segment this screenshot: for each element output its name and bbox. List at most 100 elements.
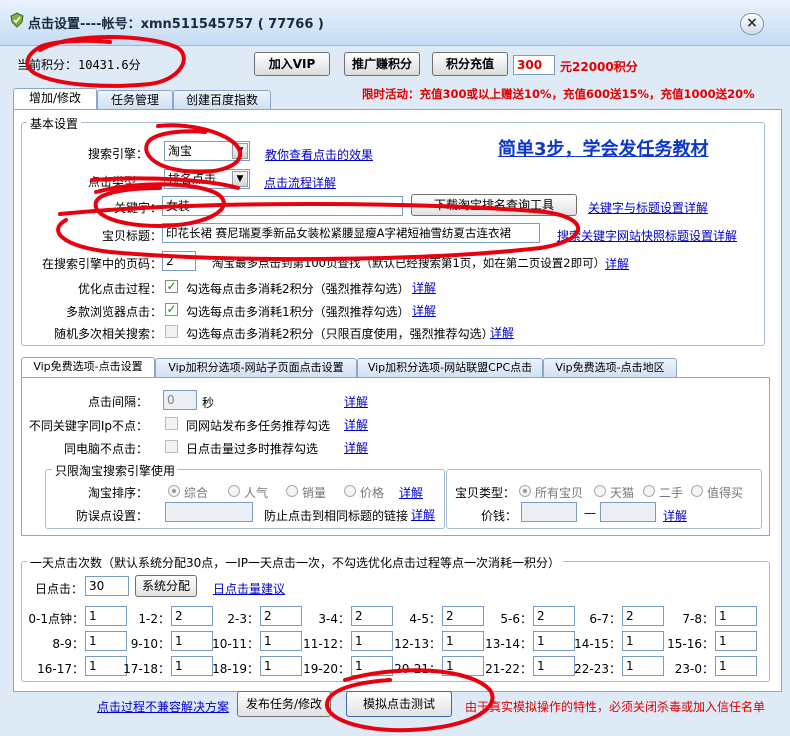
type-radio-secondhand[interactable] (643, 485, 655, 497)
hour-label: 3-4： (318, 612, 350, 626)
hour-label: 14-15： (574, 637, 621, 651)
misclick-label: 防误点设置： (75, 509, 148, 523)
sort-option-popularity: 人气 (244, 486, 269, 500)
item-type-label: 宝贝类型： (455, 486, 516, 500)
daily-clicks-label: 日点击： (35, 582, 84, 596)
basic-settings-legend: 基本设置 (27, 115, 82, 132)
same-pc-link[interactable]: 详解 (344, 439, 368, 456)
tab-vip-click-settings[interactable]: Vip免费选项-点击设置 (21, 357, 155, 379)
points-label: 当前积分： (17, 58, 78, 72)
hour-input[interactable]: 1 (715, 656, 757, 676)
page-number-detail-link[interactable]: 详解 (605, 255, 629, 272)
random-search-checkbox[interactable] (165, 325, 178, 338)
item-title-label: 宝贝标题： (101, 229, 162, 243)
keyword-label: 关键字： (113, 201, 162, 215)
view-click-effect-link[interactable]: 教你查看点击的效果 (265, 146, 373, 163)
snapshot-title-link[interactable]: 搜索关键字网站快照标题设置详解 (557, 227, 737, 244)
sort-radio-sales[interactable] (286, 485, 298, 497)
type-option-secondhand: 二手 (659, 486, 684, 500)
click-flow-link[interactable]: 点击流程详解 (264, 174, 336, 191)
taobao-sort-link[interactable]: 详解 (399, 484, 423, 501)
keyword-title-link[interactable]: 关键字与标题设置详解 (588, 199, 708, 216)
search-engine-value: 淘宝 (168, 144, 193, 158)
price-link[interactable]: 详解 (663, 507, 687, 524)
hour-label: 9-10： (130, 637, 170, 651)
price-max-input[interactable] (600, 502, 656, 522)
type-radio-worth-buying[interactable] (691, 485, 703, 497)
hour-label: 10-11： (212, 637, 259, 651)
type-option-worth-buying: 值得买 (707, 486, 744, 500)
chevron-down-icon: ▼ (232, 171, 248, 187)
compatibility-solution-link[interactable]: 点击过程不兼容解决方案 (97, 698, 229, 715)
multi-browser-text: 勾选每点击多消耗1积分（强烈推荐勾选） (186, 305, 410, 319)
multi-browser-link[interactable]: 详解 (412, 302, 436, 319)
sort-radio-comprehensive[interactable] (168, 485, 180, 497)
same-ip-checkbox[interactable] (165, 417, 178, 430)
tab-vip-cpc-click[interactable]: Vip加积分选项-网站联盟CPC点击 (357, 358, 543, 378)
taobao-sort-label: 淘宝排序： (87, 486, 148, 500)
price-min-input[interactable] (521, 502, 577, 522)
search-engine-label: 搜索引擎： (87, 147, 148, 161)
search-engine-select[interactable]: 淘宝 ▼ (164, 141, 250, 161)
page-number-input[interactable]: 2 (162, 251, 196, 271)
taobao-only-legend: 只限淘宝搜索引擎使用 (52, 462, 179, 479)
tab-create-baidu-index[interactable]: 创建百度指数 (173, 90, 271, 110)
same-ip-link[interactable]: 详解 (344, 416, 368, 433)
app-shield-icon (10, 12, 24, 28)
tab-vip-subpage-click[interactable]: Vip加积分选项-网站子页面点击设置 (155, 358, 357, 378)
hour-label: 20-21： (394, 662, 441, 676)
hour-label: 6-7： (589, 612, 621, 626)
click-interval-input[interactable]: 0 (163, 390, 197, 410)
tab-task-management[interactable]: 任务管理 (97, 90, 173, 110)
tab-vip-click-region[interactable]: Vip免费选项-点击地区 (543, 358, 677, 378)
hour-label: 22-23： (574, 662, 621, 676)
publish-task-button[interactable]: 发布任务/修改 (237, 691, 331, 717)
recharge-points-button[interactable]: 积分充值 (432, 52, 508, 76)
tutorial-link[interactable]: 简单3步，学会发任务教材 (498, 135, 709, 161)
multi-browser-checkbox[interactable]: ✓ (165, 303, 178, 316)
recharge-amount-input[interactable]: 300 (513, 55, 555, 75)
tab-add-modify[interactable]: 增加/修改 (13, 88, 97, 110)
hour-label: 7-8： (682, 612, 714, 626)
price-label: 价钱： (481, 509, 518, 523)
hour-label: 23-0： (674, 662, 714, 676)
hour-input[interactable]: 1 (715, 606, 757, 626)
hour-label: 4-5： (409, 612, 441, 626)
sort-radio-popularity[interactable] (228, 485, 240, 497)
close-button[interactable]: × (740, 13, 764, 35)
optimize-process-link[interactable]: 详解 (412, 279, 436, 296)
promote-earn-points-button[interactable]: 推广赚积分 (344, 52, 420, 76)
optimize-process-checkbox[interactable]: ✓ (165, 280, 178, 293)
type-radio-all[interactable] (519, 485, 531, 497)
hour-label: 5-6： (500, 612, 532, 626)
hour-label: 2-3： (227, 612, 259, 626)
misclick-link[interactable]: 详解 (411, 506, 435, 523)
random-search-label: 随机多次相关搜索： (53, 327, 162, 341)
click-interval-link[interactable]: 详解 (344, 393, 368, 410)
click-type-value: 排名点击 (168, 172, 217, 186)
download-rank-tool-button[interactable]: 下载淘宝排名查询工具 (411, 194, 577, 216)
click-type-select[interactable]: 排名点击 ▼ (164, 169, 250, 189)
daily-clicks-input[interactable]: 30 (85, 576, 129, 596)
system-allocate-button[interactable]: 系统分配 (135, 575, 197, 597)
hour-input[interactable]: 1 (715, 631, 757, 651)
hour-label: 18-19： (212, 662, 259, 676)
sort-radio-price[interactable] (344, 485, 356, 497)
random-search-link[interactable]: 详解 (490, 324, 514, 341)
same-pc-checkbox[interactable] (165, 440, 178, 453)
same-pc-label: 同电脑不点击： (63, 442, 148, 456)
daily-clicks-suggest-link[interactable]: 日点击量建议 (213, 580, 285, 597)
keyword-input[interactable]: 女装 (162, 196, 403, 216)
type-option-tmall: 天猫 (610, 486, 635, 500)
item-title-input[interactable]: 印花长裙 赛尼瑞夏季新品女装松紧腰显瘦A字裙短袖雪纺夏古连衣裙 (162, 223, 540, 243)
hour-label: 13-14： (485, 637, 532, 651)
sort-option-price: 价格 (360, 486, 385, 500)
type-radio-tmall[interactable] (594, 485, 606, 497)
hour-label: 12-13： (394, 637, 441, 651)
join-vip-button[interactable]: 加入VIP (254, 52, 330, 76)
misclick-input[interactable] (165, 502, 253, 522)
page-number-label: 在搜索引擎中的页码： (41, 257, 162, 271)
hour-label: 21-22： (485, 662, 532, 676)
simulate-click-test-button[interactable]: 模拟点击测试 (346, 691, 452, 717)
type-option-all: 所有宝贝 (535, 486, 584, 500)
